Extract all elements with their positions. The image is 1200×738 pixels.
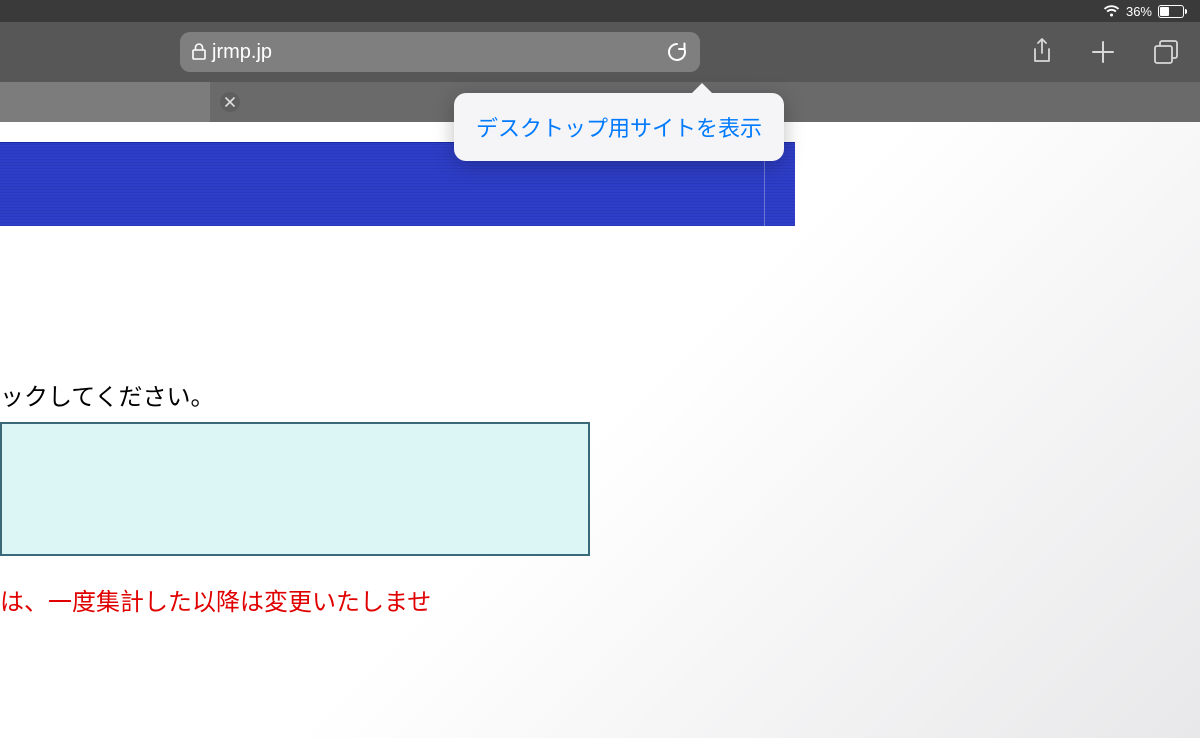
popover-label: デスクトップ用サイトを表示 (476, 116, 762, 141)
address-bar[interactable]: jrmp.jp (180, 32, 700, 72)
reload-icon[interactable] (662, 37, 692, 67)
warning-text: は、一度集計した以降は変更いたしませ (0, 582, 431, 617)
toolbar-right (1030, 37, 1180, 67)
browser-tab[interactable] (0, 82, 210, 122)
plus-icon[interactable] (1090, 39, 1116, 65)
battery-fill (1160, 7, 1169, 16)
tabs-icon[interactable] (1152, 38, 1180, 66)
page-content: ックしてください。 は、一度集計した以降は変更いたしませ (0, 122, 1200, 738)
close-tab-icon[interactable] (220, 92, 240, 112)
instruction-text: ックしてください。 (0, 377, 215, 412)
browser-toolbar: jrmp.jp (0, 22, 1200, 82)
battery-icon (1158, 5, 1184, 18)
status-bar: 36% (0, 0, 1200, 22)
wifi-icon (1103, 5, 1120, 18)
share-icon[interactable] (1030, 37, 1054, 67)
address-text: jrmp.jp (212, 41, 662, 64)
battery-percent-text: 36% (1126, 4, 1152, 19)
highlighted-box[interactable] (0, 422, 590, 556)
lock-icon (192, 43, 206, 61)
desktop-site-popover[interactable]: デスクトップ用サイトを表示 (454, 93, 784, 161)
